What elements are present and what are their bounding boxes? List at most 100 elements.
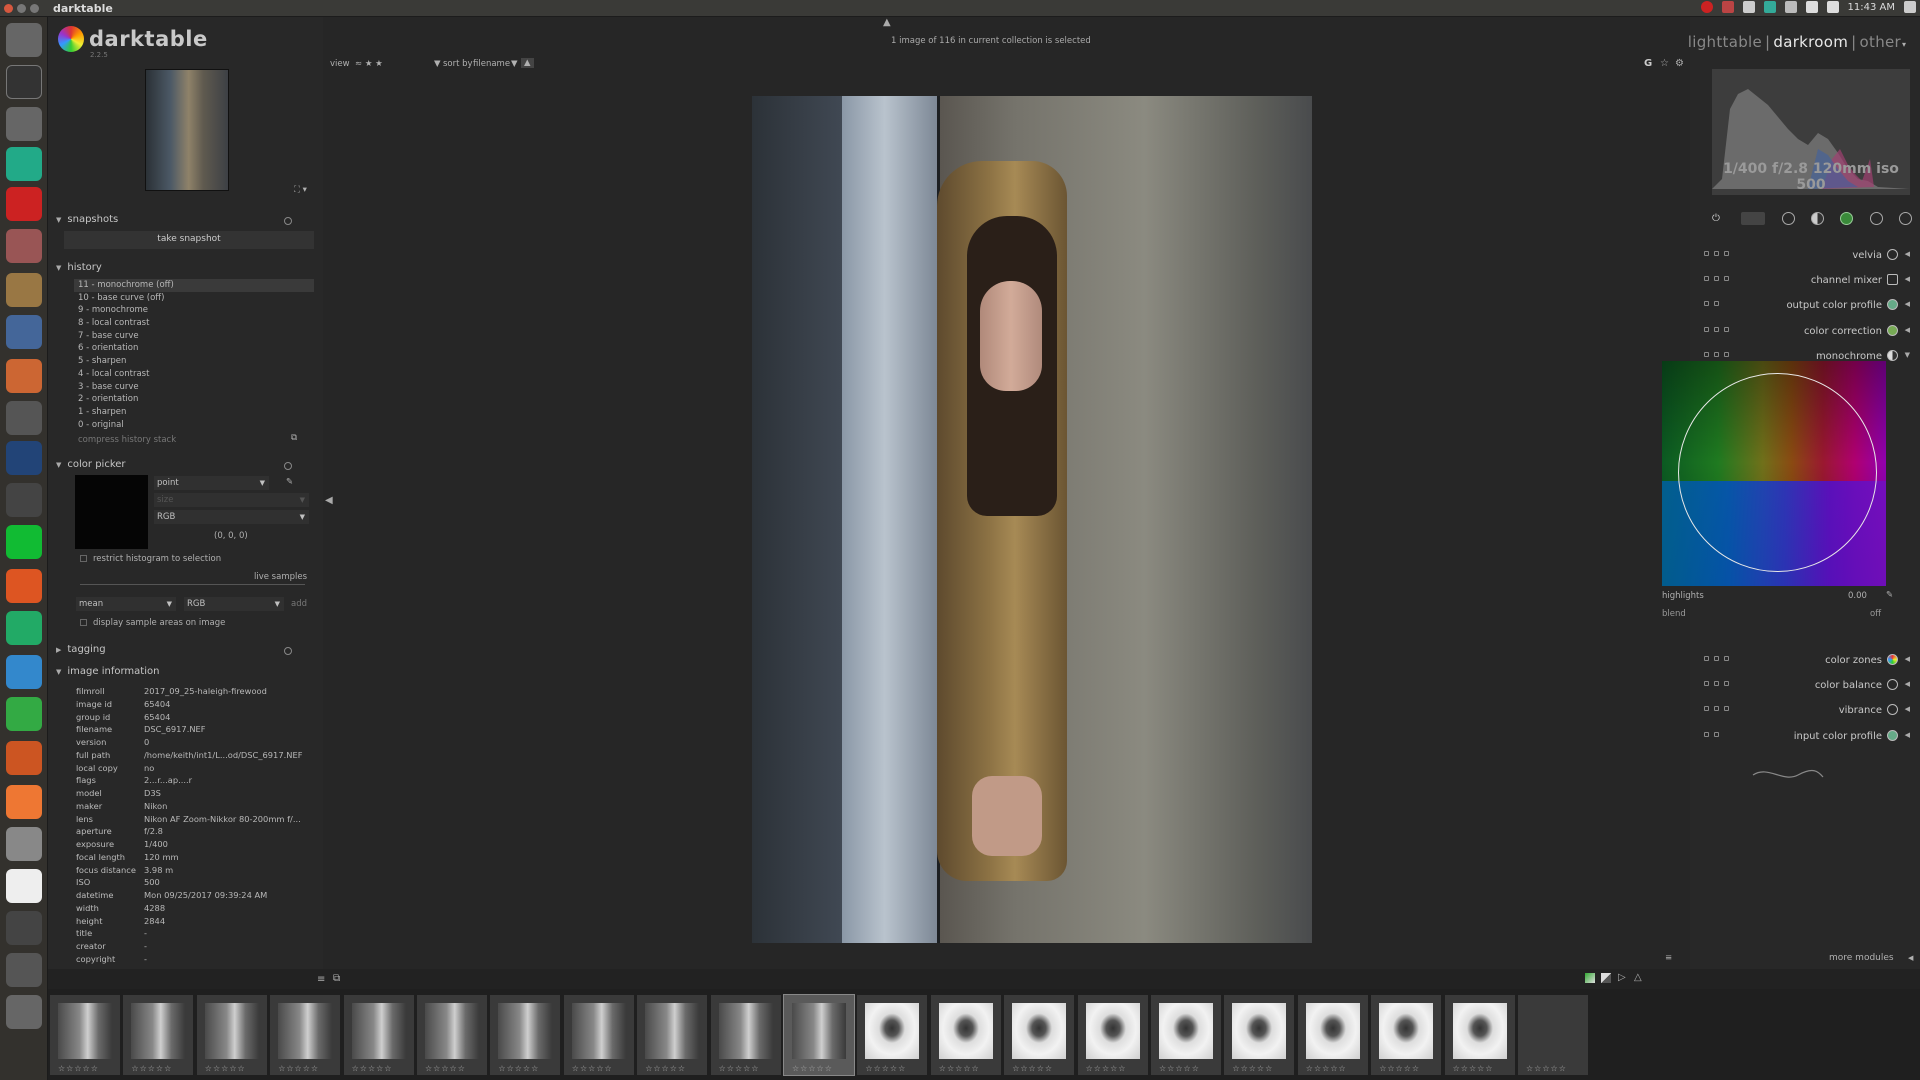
star-rating[interactable]: ☆☆☆☆☆ [278, 1064, 319, 1073]
star-rating[interactable]: ☆☆☆☆☆ [498, 1064, 539, 1073]
view-lighttable[interactable]: lighttable [1688, 33, 1762, 51]
star-rating[interactable]: ☆☆☆☆☆ [572, 1064, 613, 1073]
star-rating[interactable]: ☆☆☆☆☆ [1159, 1064, 1200, 1073]
sort-order-icon[interactable]: ▲ [521, 58, 534, 68]
history-item[interactable]: 6 - orientation [74, 342, 314, 355]
tone-group-icon[interactable] [1810, 212, 1824, 225]
calc-icon[interactable] [6, 697, 42, 731]
correct-group-icon[interactable] [1869, 212, 1883, 225]
dash-icon[interactable] [6, 23, 42, 57]
star-rating[interactable]: ☆☆☆☆☆ [792, 1064, 833, 1073]
terminal-icon[interactable] [6, 911, 42, 945]
filmstrip-thumbnail[interactable]: ☆☆☆☆☆ [490, 995, 561, 1075]
preferences-gear-icon[interactable]: ⚙ [1675, 58, 1684, 69]
color-picker-header[interactable]: ▼ color picker [56, 459, 314, 470]
star-rating[interactable]: ☆☆☆☆☆ [1453, 1064, 1494, 1073]
color-picker-reset-icon[interactable] [284, 462, 292, 470]
module-controls[interactable] [1704, 706, 1729, 711]
monochrome-color-filter[interactable] [1662, 361, 1888, 586]
writer-icon[interactable] [6, 655, 42, 689]
vpn-icon[interactable] [1763, 1, 1776, 13]
star-rating[interactable]: ☆☆☆☆☆ [645, 1064, 686, 1073]
history-item[interactable]: 11 - monochrome (off) [74, 279, 314, 292]
snapshots-header[interactable]: ▼ snapshots [56, 214, 314, 225]
main-photo[interactable] [752, 96, 1312, 943]
volume-icon[interactable] [1826, 1, 1839, 13]
history-item[interactable]: 4 - local contrast [74, 368, 314, 381]
color-group-icon[interactable] [1840, 212, 1854, 225]
overlay-star-icon[interactable]: ☆ [1660, 58, 1669, 69]
darktable-icon[interactable] [6, 359, 42, 393]
history-item[interactable]: 7 - base curve [74, 330, 314, 343]
star-rating[interactable]: ☆☆☆☆☆ [1306, 1064, 1347, 1073]
filmstrip-thumbnail[interactable]: ☆☆☆☆☆ [857, 995, 928, 1075]
module-color-zones[interactable]: color zones ◀ [1702, 651, 1910, 671]
sample-colorspace-select[interactable]: RGB ▼ [184, 597, 284, 611]
history-item[interactable]: 1 - sharpen [74, 406, 314, 419]
filmstrip-thumbnail[interactable]: ☆☆☆☆☆ [123, 995, 194, 1075]
histogram[interactable]: 1/400 f/2.8 120mm iso 500 [1712, 69, 1910, 195]
history-item[interactable]: 0 - original [74, 419, 314, 432]
star-rating[interactable]: ☆☆☆☆☆ [1379, 1064, 1420, 1073]
opera-icon[interactable] [6, 187, 42, 221]
filmstrip-thumbnail[interactable]: ☆☆☆☆☆ [783, 994, 855, 1076]
gedit-icon[interactable] [6, 65, 42, 99]
star-rating[interactable]: ☆☆☆☆☆ [131, 1064, 172, 1073]
clock[interactable]: 11:43 AM [1848, 2, 1895, 13]
maximize-window-icon[interactable] [30, 3, 39, 13]
picker-colorspace-select[interactable]: RGB ▼ [154, 510, 309, 524]
navigation-thumbnail[interactable] [145, 69, 229, 191]
wifi-icon[interactable] [1805, 1, 1818, 13]
history-item[interactable]: 3 - base curve [74, 381, 314, 394]
softproof-icon[interactable] [1585, 973, 1595, 983]
basic-group-icon[interactable] [1781, 212, 1795, 225]
sample-statistic-select[interactable]: mean ▼ [76, 597, 176, 611]
module-vibrance[interactable]: vibrance ◀ [1702, 701, 1910, 721]
module-controls[interactable] [1704, 732, 1719, 737]
eyedropper-icon[interactable]: ✎ [286, 477, 293, 487]
filmstrip-thumbnail[interactable]: ☆☆☆☆☆ [1444, 995, 1515, 1075]
top-panel-collapse-icon[interactable]: ▲ [883, 17, 891, 28]
star-rating[interactable]: ☆☆☆☆☆ [352, 1064, 393, 1073]
star-rating[interactable]: ☆☆☆☆☆ [865, 1064, 906, 1073]
module-controls[interactable] [1704, 276, 1729, 281]
star-rating[interactable]: ☆☆☆☆☆ [425, 1064, 466, 1073]
tagging-header[interactable]: ▶ tagging [56, 644, 314, 655]
left-panel-collapse-icon[interactable]: ◀ [325, 495, 333, 506]
module-channel-mixer[interactable]: channel mixer ◀ [1702, 271, 1910, 291]
filmstrip-thumbnail[interactable]: ☆☆☆☆☆ [1151, 995, 1221, 1075]
favorites-star-icon[interactable] [1741, 212, 1766, 225]
gamut-check-icon[interactable] [1601, 973, 1611, 983]
sort-select[interactable]: filename [473, 59, 510, 69]
module-color-correction[interactable]: color correction ◀ [1702, 322, 1910, 342]
filmstrip-thumbnail[interactable]: ☆☆☆☆☆ [50, 995, 120, 1075]
antivirus-icon[interactable] [1721, 1, 1734, 13]
restrict-histogram-checkbox[interactable]: restrict histogram to selection [80, 554, 221, 564]
record-icon[interactable] [1700, 1, 1713, 13]
collapse-arrow-icon[interactable]: ▼ [1905, 351, 1910, 359]
shotwell-icon[interactable] [6, 401, 42, 435]
module-controls[interactable] [1704, 301, 1719, 306]
expand-arrow-icon[interactable]: ◀ [1905, 250, 1910, 258]
module-velvia[interactable]: velvia ◀ [1702, 246, 1910, 266]
module-controls[interactable] [1704, 681, 1729, 686]
overexposed-warning-icon[interactable]: △ [1634, 972, 1642, 983]
tagging-reset-icon[interactable] [284, 647, 292, 655]
history-item[interactable]: 5 - sharpen [74, 355, 314, 368]
star-rating[interactable]: ☆☆☆☆☆ [58, 1064, 99, 1073]
tools-icon[interactable] [6, 315, 42, 349]
grouping-button[interactable]: G [1644, 58, 1652, 69]
more-modules-button[interactable]: more modules [1829, 953, 1894, 963]
expand-arrow-icon[interactable]: ◀ [1905, 300, 1910, 308]
filmstrip-thumbnail[interactable]: ☆☆☆☆☆ [563, 995, 634, 1075]
filter-circle[interactable] [1678, 373, 1877, 572]
expand-arrow-icon[interactable]: ◀ [1905, 655, 1910, 663]
module-controls[interactable] [1704, 327, 1729, 332]
filmstrip-thumbnail[interactable]: ☆☆☆☆☆ [343, 995, 414, 1075]
filmstrip-thumbnail[interactable]: ☆☆☆☆☆ [270, 995, 341, 1075]
history-item[interactable]: 2 - orientation [74, 393, 314, 406]
history-item[interactable]: 8 - local contrast [74, 317, 314, 330]
module-output-color-profile[interactable]: output color profile ◀ [1702, 296, 1910, 316]
rating-filter-select[interactable]: ≈ ★ ★ [355, 59, 383, 69]
filmstrip-thumbnail[interactable]: ☆☆☆☆☆ [637, 995, 708, 1075]
